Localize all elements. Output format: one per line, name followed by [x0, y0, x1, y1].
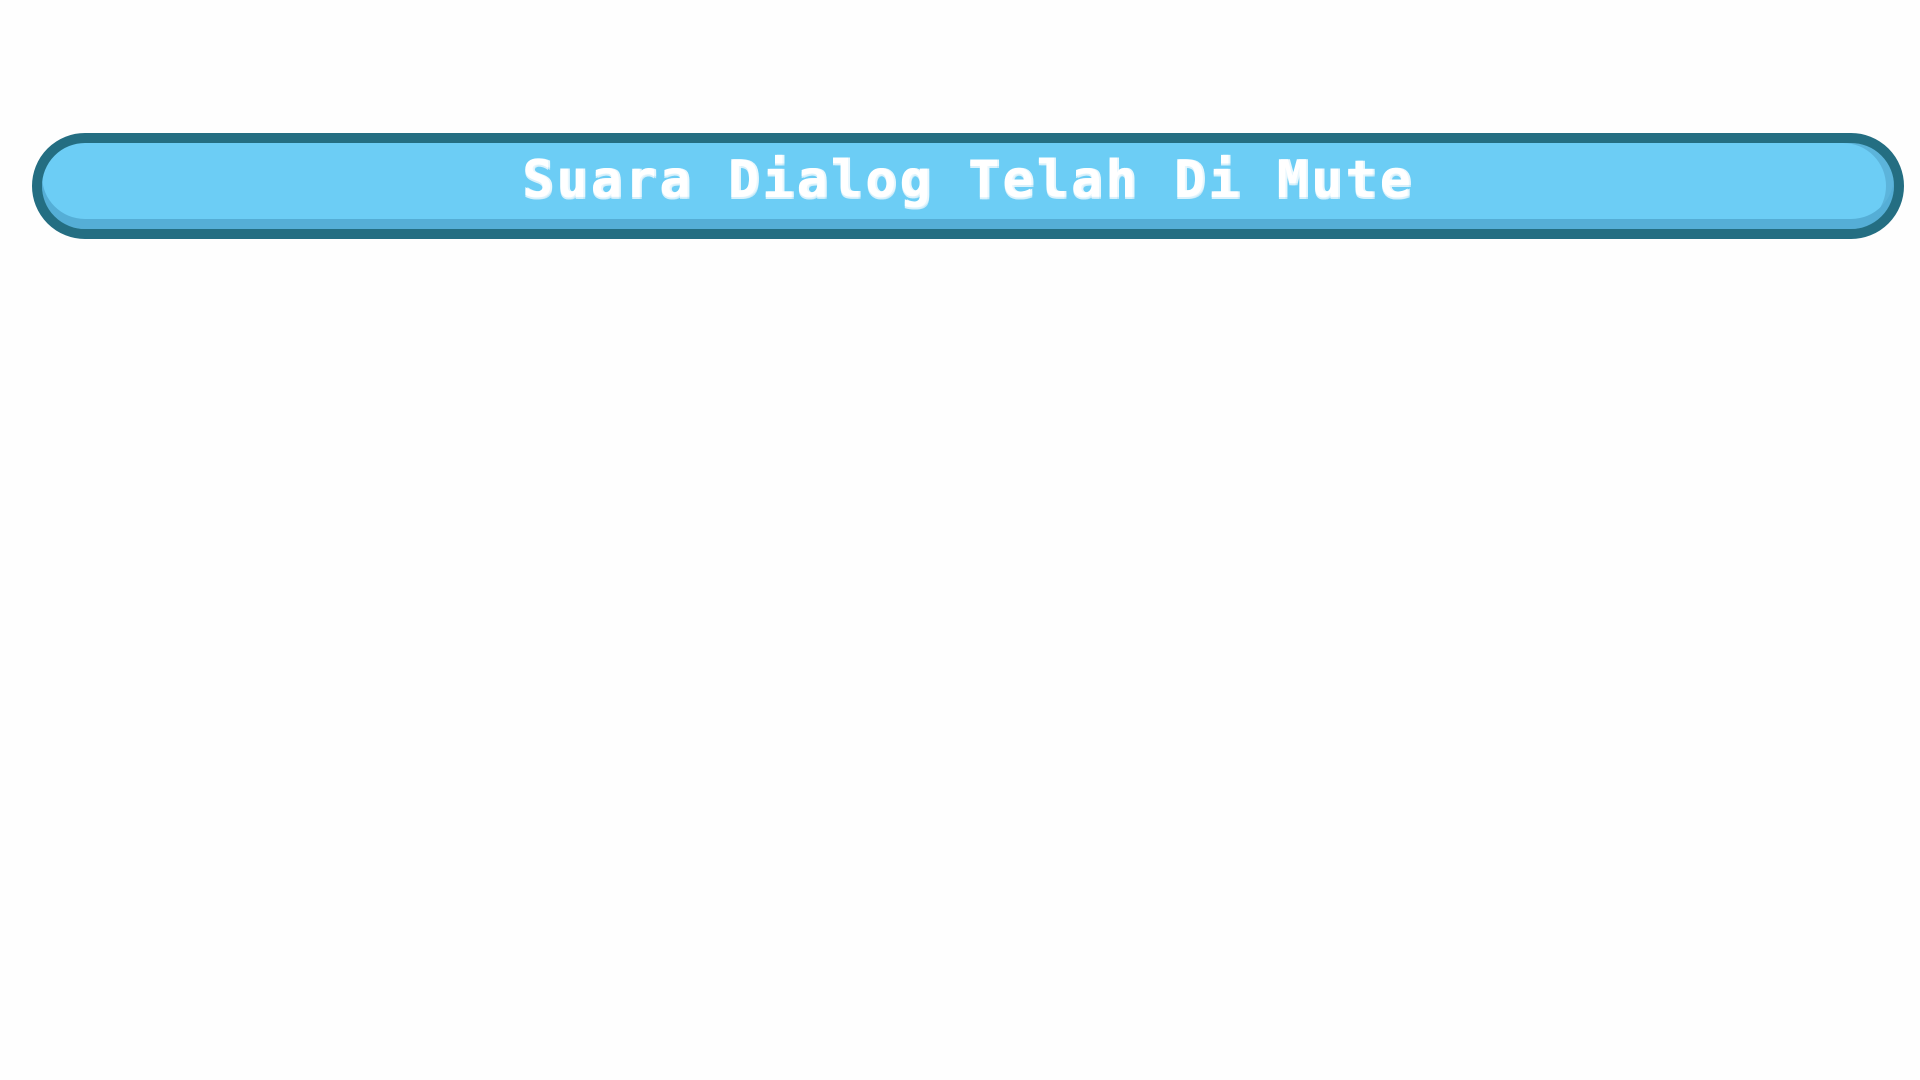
notification-banner: Suara Dialog Telah Di Mute	[32, 133, 1904, 239]
game-screen: Suara Dialog Telah Di Mute	[0, 0, 1920, 1080]
notification-message: Suara Dialog Telah Di Mute	[522, 150, 1414, 210]
